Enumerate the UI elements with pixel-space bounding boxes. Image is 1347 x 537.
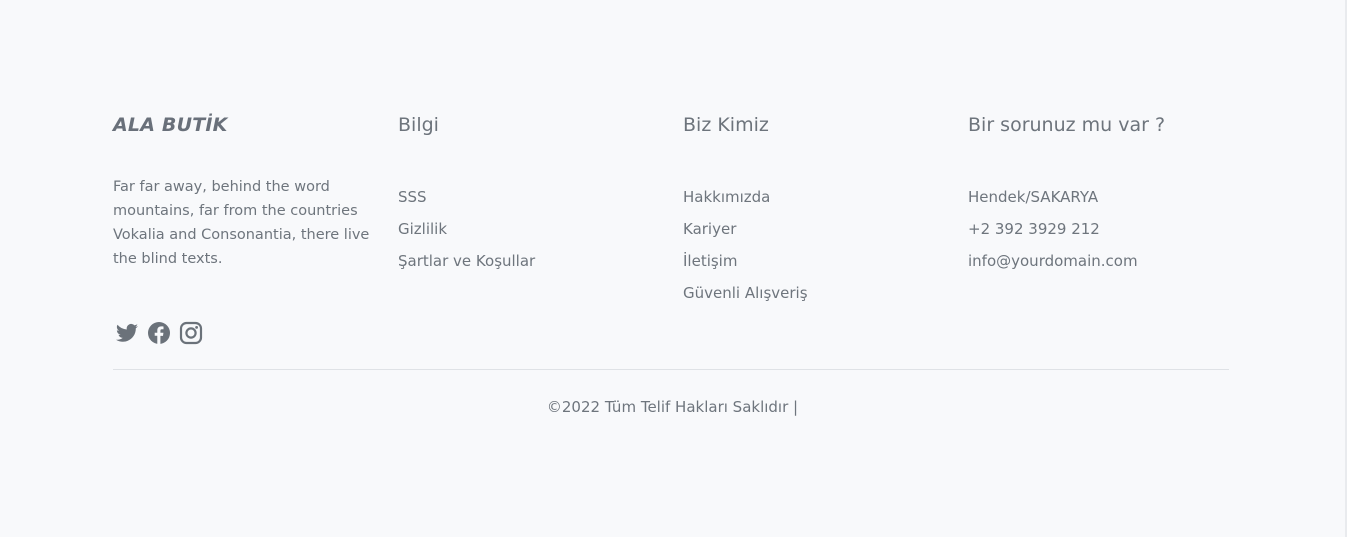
copyright-text: ©2022 Tüm Telif Hakları Saklıdır | bbox=[546, 398, 799, 416]
link-contact-text[interactable]: İletişim bbox=[683, 252, 737, 270]
site-footer: ALA BUTİK Far far away, behind the word … bbox=[0, 0, 1345, 537]
link-careers[interactable]: Kariyer bbox=[683, 213, 808, 245]
twitter-icon[interactable] bbox=[115, 320, 139, 346]
facebook-icon[interactable] bbox=[147, 320, 171, 346]
link-careers-text[interactable]: Kariyer bbox=[683, 220, 736, 238]
link-terms[interactable]: Şartlar ve Koşullar bbox=[398, 245, 535, 277]
info-links: SSS Gizlilik Şartlar ve Koşullar bbox=[398, 181, 535, 277]
link-faq-text[interactable]: SSS bbox=[398, 188, 427, 206]
link-faq[interactable]: SSS bbox=[398, 181, 535, 213]
about-us-heading: Biz Kimiz bbox=[683, 114, 769, 136]
info-heading: Bilgi bbox=[398, 114, 439, 136]
footer-about-column: ALA BUTİK Far far away, behind the word … bbox=[113, 112, 373, 271]
link-about-text[interactable]: Hakkımızda bbox=[683, 188, 770, 206]
contact-email-link[interactable]: info@yourdomain.com bbox=[968, 252, 1138, 270]
footer-contact-column: Bir sorunuz mu var ? Hendek/SAKARYA +2 3… bbox=[968, 112, 1248, 270]
link-secure-shopping[interactable]: Güvenli Alışveriş bbox=[683, 277, 808, 309]
contact-phone-link[interactable]: +2 392 3929 212 bbox=[968, 220, 1100, 238]
link-secure-shopping-text[interactable]: Güvenli Alışveriş bbox=[683, 284, 808, 302]
about-us-links: Hakkımızda Kariyer İletişim Güvenli Alış… bbox=[683, 181, 808, 309]
link-terms-text[interactable]: Şartlar ve Koşullar bbox=[398, 252, 535, 270]
instagram-icon[interactable] bbox=[179, 320, 203, 346]
contact-list: Hendek/SAKARYA +2 392 3929 212 info@your… bbox=[968, 181, 1138, 277]
link-contact[interactable]: İletişim bbox=[683, 245, 808, 277]
link-privacy[interactable]: Gizlilik bbox=[398, 213, 535, 245]
link-privacy-text[interactable]: Gizlilik bbox=[398, 220, 447, 238]
contact-email[interactable]: info@yourdomain.com bbox=[968, 245, 1138, 277]
footer-info-column: Bilgi SSS Gizlilik Şartlar ve Koşullar bbox=[398, 112, 658, 270]
brand-description: Far far away, behind the word mountains,… bbox=[113, 179, 370, 267]
contact-heading: Bir sorunuz mu var ? bbox=[968, 114, 1166, 136]
link-about[interactable]: Hakkımızda bbox=[683, 181, 808, 213]
footer-about-us-column: Biz Kimiz Hakkımızda Kariyer İletişim Gü… bbox=[683, 112, 943, 302]
contact-phone[interactable]: +2 392 3929 212 bbox=[968, 213, 1138, 245]
social-links bbox=[115, 320, 203, 346]
brand-name: ALA BUTİK bbox=[113, 114, 228, 136]
contact-address: Hendek/SAKARYA bbox=[968, 188, 1099, 206]
footer-divider bbox=[113, 369, 1229, 370]
